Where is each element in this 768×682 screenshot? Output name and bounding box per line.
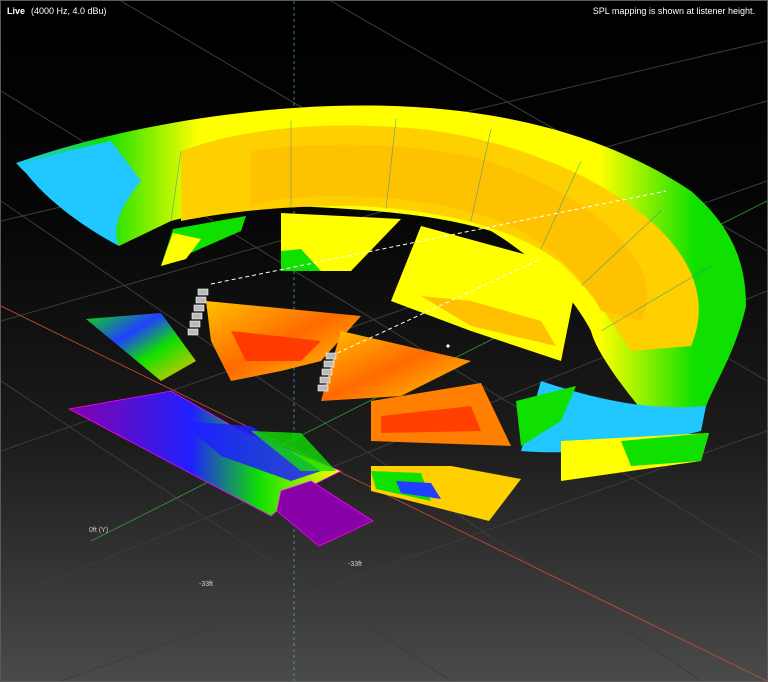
spl-map-scene[interactable] [1,1,767,681]
axis-label-b: -33ft [199,581,214,588]
axis-label-a: -33ft [348,561,363,568]
frequency-level-label: (4000 Hz, 4.0 dBu) [31,6,107,16]
front-bottom-section[interactable] [276,480,374,547]
view-status: Live (4000 Hz, 4.0 dBu) [7,6,107,16]
mapping-note: SPL mapping is shown at listener height. [592,6,755,16]
spl-3d-viewport[interactable]: Live (4000 Hz, 4.0 dBu) SPL mapping is sh… [0,0,768,682]
mode-label: Live [7,6,26,16]
line-array-speaker-left-icon[interactable] [187,288,209,336]
y-origin-label: 0ft (Y) [89,527,109,534]
origin-marker [446,344,450,348]
